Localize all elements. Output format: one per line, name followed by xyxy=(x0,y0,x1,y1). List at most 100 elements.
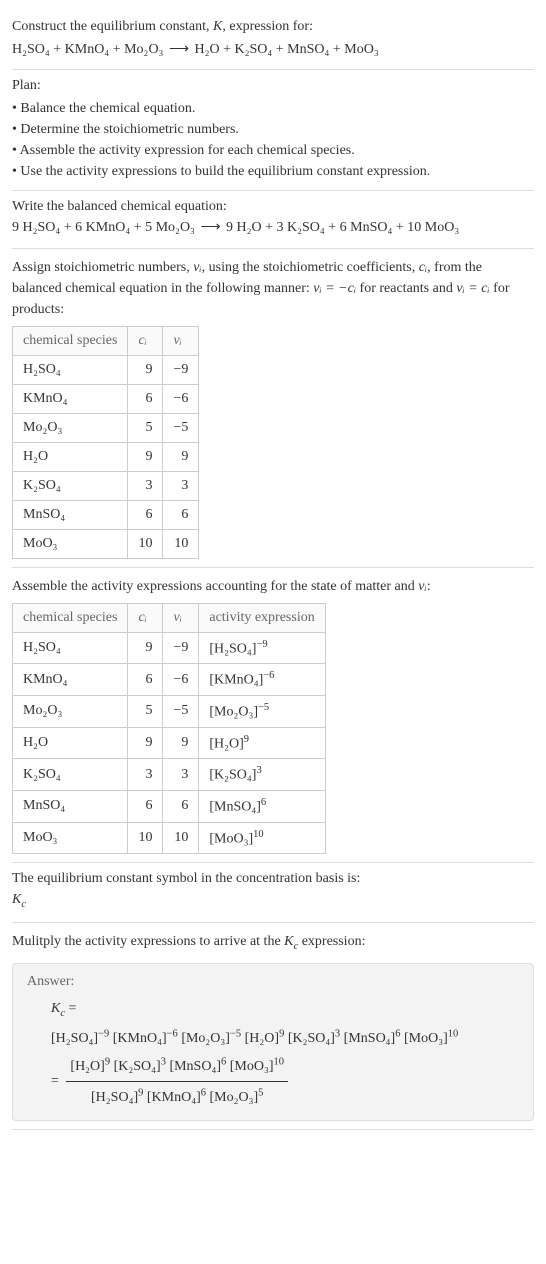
term: [K₂SO₄]3 xyxy=(114,1059,166,1074)
plan-heading: Plan: xyxy=(12,78,534,94)
answer-fraction-line: = [H₂O]9 [K₂SO₄]3 [MnSO₄]6 [MoO₃]10 [H₂S… xyxy=(51,1053,519,1110)
kc-k: K xyxy=(12,892,21,907)
col-species: chemical species xyxy=(13,326,128,355)
eq: = xyxy=(65,1001,76,1016)
term: [Mo₂O₃]−5 xyxy=(181,1031,241,1046)
table-row: Mo₂O₃5−5[Mo₂O₃]−5 xyxy=(13,696,326,728)
term-base: [H₂SO₄] xyxy=(91,1090,138,1105)
expr-base: [MnSO₄] xyxy=(209,800,261,815)
symbol-heading: The equilibrium constant symbol in the c… xyxy=(12,871,534,887)
term-pow: 9 xyxy=(138,1087,143,1098)
kc-sub: c xyxy=(21,899,26,910)
fraction: [H₂O]9 [K₂SO₄]3 [MnSO₄]6 [MoO₃]10 [H₂SO₄… xyxy=(66,1053,288,1110)
cell-c: 9 xyxy=(128,442,163,471)
term: [MnSO₄]6 xyxy=(344,1031,401,1046)
activity-section: Assemble the activity expressions accoun… xyxy=(12,568,534,864)
cell-nu: 10 xyxy=(163,529,199,558)
stoich-section: Assign stoichiometric numbers, νᵢ, using… xyxy=(12,249,534,568)
term-base: [MnSO₄] xyxy=(344,1031,396,1046)
table-row: MnSO₄66 xyxy=(13,500,199,529)
answer-box: Answer: Kc = [H₂SO₄]−9 [KMnO₄]−6 [Mo₂O₃]… xyxy=(12,963,534,1121)
table-row: KMnO₄6−6 xyxy=(13,384,199,413)
cell-species: K₂SO₄ xyxy=(13,471,128,500)
stoich-nu: νᵢ xyxy=(193,260,201,275)
cell-expr: [KMnO₄]−6 xyxy=(199,664,325,696)
expr-pow: 3 xyxy=(256,765,261,776)
term-pow: 6 xyxy=(221,1056,226,1067)
multiply-kc: Kc xyxy=(284,934,298,949)
prompt-line1: Construct the equilibrium constant, xyxy=(12,19,213,34)
plan-section: Plan: • Balance the chemical equation. •… xyxy=(12,70,534,191)
cell-c: 6 xyxy=(128,791,163,823)
term-base: [H₂SO₄] xyxy=(51,1031,98,1046)
term-pow: 6 xyxy=(201,1087,206,1098)
term-base: [K₂SO₄] xyxy=(288,1031,335,1046)
cell-nu: 3 xyxy=(163,471,199,500)
multiply-section: Mulitply the activity expressions to arr… xyxy=(12,923,534,1130)
answer-line1: Kc = xyxy=(51,996,519,1024)
cell-species: KMnO₄ xyxy=(13,384,128,413)
stoich-table: chemical species cᵢ νᵢ H₂SO₄9−9 KMnO₄6−6… xyxy=(12,326,199,559)
cell-species: MnSO₄ xyxy=(13,500,128,529)
prompt-line1b: , expression for: xyxy=(222,19,313,34)
cell-species: MnSO₄ xyxy=(13,791,128,823)
term-base: [KMnO₄] xyxy=(113,1031,167,1046)
balanced-lhs: 9 H₂SO₄ + 6 KMnO₄ + 5 Mo₂O₃ xyxy=(12,220,195,235)
term: [KMnO₄]−6 xyxy=(113,1031,178,1046)
table-header-row: chemical species cᵢ νᵢ xyxy=(13,326,199,355)
symbol-section: The equilibrium constant symbol in the c… xyxy=(12,863,534,923)
term: [H₂O]9 xyxy=(70,1059,110,1074)
cell-c: 5 xyxy=(128,413,163,442)
term: [Mo₂O₃]5 xyxy=(209,1090,263,1105)
table-row: MnSO₄66[MnSO₄]6 xyxy=(13,791,326,823)
cell-expr: [Mo₂O₃]−5 xyxy=(199,696,325,728)
expr-pow: −9 xyxy=(256,639,267,650)
balanced-section: Write the balanced chemical equation: 9 … xyxy=(12,191,534,248)
activity-heading: Assemble the activity expressions accoun… xyxy=(12,576,534,597)
term-pow: 3 xyxy=(335,1028,340,1039)
cell-species: H₂SO₄ xyxy=(13,632,128,664)
symbol-value: Kc xyxy=(12,889,534,914)
stoich-ci: cᵢ xyxy=(419,260,427,275)
kc-k: K xyxy=(51,1001,60,1016)
frac-numerator: [H₂O]9 [K₂SO₄]3 [MnSO₄]6 [MoO₃]10 xyxy=(66,1053,288,1082)
multiply-text1: Mulitply the activity expressions to arr… xyxy=(12,934,284,949)
plan-item: • Assemble the activity expression for e… xyxy=(12,140,534,161)
prompt-k: K xyxy=(213,19,222,34)
activity-colon: : xyxy=(427,579,431,594)
table-row: K₂SO₄33 xyxy=(13,471,199,500)
cell-expr: [MnSO₄]6 xyxy=(199,791,325,823)
expr-pow: 9 xyxy=(244,734,249,745)
term-base: [Mo₂O₃] xyxy=(209,1090,258,1105)
cell-nu: −5 xyxy=(163,413,199,442)
eq2: = xyxy=(51,1074,62,1089)
arrow-icon: ⟶ xyxy=(169,39,189,61)
term: [H₂SO₄]9 xyxy=(91,1090,143,1105)
table-row: H₂SO₄9−9 xyxy=(13,355,199,384)
prompt-text: Construct the equilibrium constant, K, e… xyxy=(12,16,534,37)
prompt-section: Construct the equilibrium constant, K, e… xyxy=(12,8,534,70)
cell-c: 9 xyxy=(128,727,163,759)
cell-species: MoO₃ xyxy=(13,529,128,558)
term-base: [K₂SO₄] xyxy=(114,1059,161,1074)
term-pow: 3 xyxy=(161,1056,166,1067)
stoich-rel1: νᵢ = −cᵢ xyxy=(313,281,356,296)
frac-denominator: [H₂SO₄]9 [KMnO₄]6 [Mo₂O₃]5 xyxy=(66,1082,288,1110)
plan-item: • Balance the chemical equation. xyxy=(12,98,534,119)
term-pow: 6 xyxy=(395,1028,400,1039)
cell-nu: 6 xyxy=(163,500,199,529)
cell-c: 3 xyxy=(128,471,163,500)
cell-c: 6 xyxy=(128,384,163,413)
cell-c: 10 xyxy=(128,822,163,854)
eq-rhs: H₂O + K₂SO₄ + MnSO₄ + MoO₃ xyxy=(195,42,379,57)
term-base: [MnSO₄] xyxy=(169,1059,221,1074)
cell-nu: 9 xyxy=(163,442,199,471)
term-base: [H₂O] xyxy=(245,1031,279,1046)
stoich-text2: , using the stoichiometric coefficients, xyxy=(202,260,419,275)
plan-list: • Balance the chemical equation. • Deter… xyxy=(12,98,534,182)
cell-nu: −9 xyxy=(163,355,199,384)
expr-base: [Mo₂O₃] xyxy=(209,705,258,720)
term: [KMnO₄]6 xyxy=(147,1090,206,1105)
term-pow: 10 xyxy=(274,1056,285,1067)
term-pow: −5 xyxy=(230,1028,241,1039)
